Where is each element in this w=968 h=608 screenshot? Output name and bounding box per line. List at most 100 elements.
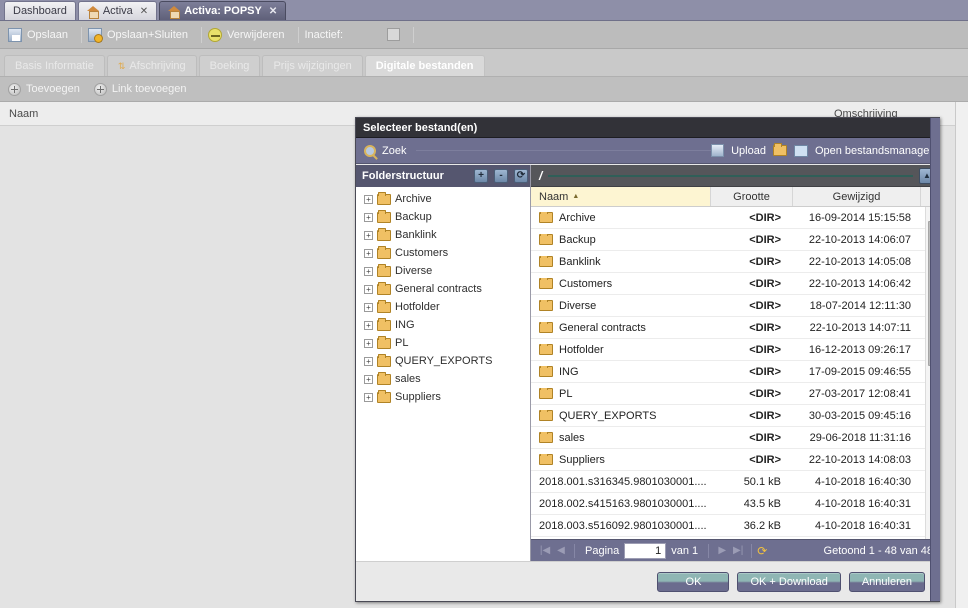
divider bbox=[574, 543, 575, 558]
save-close-icon bbox=[87, 27, 103, 43]
tree-node[interactable]: + sales bbox=[356, 370, 530, 388]
save-button[interactable]: Opslaan bbox=[6, 24, 77, 46]
page-number-input[interactable]: 1 bbox=[624, 542, 667, 559]
file-name: Customers bbox=[559, 277, 613, 290]
expand-icon[interactable]: + bbox=[364, 374, 373, 384]
tree-node[interactable]: + ING bbox=[356, 316, 530, 334]
table-row[interactable]: Customers <DIR> 22-10-2013 14:06:42 bbox=[531, 273, 939, 295]
tree-refresh-button[interactable]: ⟳ bbox=[514, 169, 528, 183]
upload-button[interactable]: Upload bbox=[731, 145, 766, 157]
sort-asc-icon: ▲ bbox=[572, 193, 580, 200]
tree-node[interactable]: + PL bbox=[356, 334, 530, 352]
last-page-button[interactable]: ▶| bbox=[730, 545, 746, 556]
prev-page-button[interactable]: ◀ bbox=[553, 545, 569, 556]
table-row[interactable]: Banklink <DIR> 22-10-2013 14:05:08 bbox=[531, 251, 939, 273]
table-row[interactable]: Diverse <DIR> 18-07-2014 12:11:30 bbox=[531, 295, 939, 317]
file-name: Diverse bbox=[559, 299, 597, 312]
ok-button[interactable]: OK bbox=[657, 571, 730, 592]
ok-download-button[interactable]: OK + Download bbox=[737, 571, 841, 592]
sub-tab-bar: Basis Informatie ⇅ Afschrijving Boeking … bbox=[0, 49, 968, 77]
tab-activa-popsy[interactable]: Activa: POPSY ✕ bbox=[159, 1, 287, 20]
tree-node[interactable]: + General contracts bbox=[356, 280, 530, 298]
tree-node-label: Customers bbox=[395, 247, 449, 259]
add-link-button[interactable]: Link toevoegen bbox=[93, 82, 186, 96]
expand-icon[interactable]: + bbox=[364, 266, 373, 276]
tab-prijs-wijzigingen[interactable]: Prijs wijzigingen bbox=[262, 55, 363, 76]
tree-node[interactable]: + Customers bbox=[356, 244, 530, 262]
dialog-scrollbar[interactable] bbox=[930, 118, 940, 601]
table-row[interactable]: 2018.002.s415163.9801030001.... 43.5 kB 4-… bbox=[531, 493, 939, 515]
column-header-grootte[interactable]: Grootte bbox=[711, 187, 793, 206]
tab-dashboard[interactable]: Dashboard bbox=[4, 1, 76, 20]
search-field[interactable]: Zoek bbox=[364, 144, 712, 157]
tree-node[interactable]: + Banklink bbox=[356, 226, 530, 244]
main-toolbar: Opslaan Opslaan+Sluiten Verwijderen Inac… bbox=[0, 21, 968, 49]
tree-node[interactable]: + Archive bbox=[356, 190, 530, 208]
tree-node[interactable]: + Suppliers bbox=[356, 388, 530, 406]
dialog-title-bar[interactable]: Selecteer bestand(en) bbox=[356, 118, 939, 138]
cell-naam: PL bbox=[531, 387, 711, 400]
close-icon[interactable]: ✕ bbox=[140, 6, 148, 17]
expand-icon[interactable]: + bbox=[364, 338, 373, 348]
inactive-field: Inactief: bbox=[303, 24, 410, 46]
cell-naam: QUERY_EXPORTS bbox=[531, 409, 711, 422]
tab-afschrijving[interactable]: ⇅ Afschrijving bbox=[106, 55, 197, 76]
save-close-button[interactable]: Opslaan+Sluiten bbox=[86, 24, 197, 46]
table-row[interactable]: sales <DIR> 29-06-2018 11:31:16 bbox=[531, 427, 939, 449]
page-scrollbar[interactable] bbox=[955, 102, 968, 608]
cancel-button[interactable]: Annuleren bbox=[848, 571, 925, 592]
tab-label: Activa bbox=[102, 5, 133, 17]
expand-icon[interactable]: + bbox=[364, 212, 373, 222]
folder-icon bbox=[377, 317, 391, 331]
expand-icon[interactable]: + bbox=[364, 230, 373, 240]
tab-boeking[interactable]: Boeking bbox=[198, 55, 261, 76]
tab-activa[interactable]: Activa ✕ bbox=[77, 1, 158, 20]
expand-icon[interactable]: + bbox=[364, 392, 373, 402]
inactive-checkbox[interactable] bbox=[387, 28, 401, 41]
file-name: Archive bbox=[559, 211, 596, 224]
expand-icon[interactable]: + bbox=[364, 248, 373, 258]
expand-icon[interactable]: + bbox=[364, 302, 373, 312]
table-row[interactable]: ING <DIR> 17-09-2015 09:46:55 bbox=[531, 361, 939, 383]
cell-naam: Backup bbox=[531, 233, 711, 246]
expand-icon[interactable]: + bbox=[364, 320, 373, 330]
add-button[interactable]: Toevoegen bbox=[8, 82, 80, 96]
table-row[interactable]: General contracts <DIR> 22-10-2013 14:07:1… bbox=[531, 317, 939, 339]
table-row[interactable]: 2018.003.s516092.9801030001.... 36.2 kB 4-… bbox=[531, 515, 939, 537]
tree-node[interactable]: + Hotfolder bbox=[356, 298, 530, 316]
table-row[interactable]: PL <DIR> 27-03-2017 12:08:41 bbox=[531, 383, 939, 405]
cell-naam: ING bbox=[531, 365, 711, 378]
column-header-gewijzigd[interactable]: Gewijzigd bbox=[793, 187, 921, 206]
first-page-button[interactable]: |◀ bbox=[537, 545, 553, 556]
cell-naam: Archive bbox=[531, 211, 711, 224]
expand-icon[interactable]: + bbox=[364, 356, 373, 366]
cell-naam: Hotfolder bbox=[531, 343, 711, 356]
table-row[interactable]: Archive <DIR> 16-09-2014 15:15:58 bbox=[531, 207, 939, 229]
tree-node-label: QUERY_EXPORTS bbox=[395, 355, 493, 367]
folder-icon bbox=[539, 255, 553, 267]
tree-expand-button[interactable]: + bbox=[474, 169, 488, 183]
expand-icon[interactable]: + bbox=[364, 284, 373, 294]
tab-label: Activa: POPSY bbox=[184, 5, 262, 17]
tree-collapse-button[interactable]: - bbox=[494, 169, 508, 183]
tab-digitale-bestanden[interactable]: Digitale bestanden bbox=[364, 55, 485, 76]
tab-basis-informatie[interactable]: Basis Informatie bbox=[4, 55, 105, 76]
cell-gewijzigd: 22-10-2013 14:06:42 bbox=[808, 277, 911, 290]
tree-node-label: Banklink bbox=[395, 229, 437, 241]
open-filemanager-button[interactable]: Open bestandsmanager bbox=[815, 145, 933, 157]
expand-icon[interactable]: + bbox=[364, 194, 373, 204]
close-icon[interactable]: ✕ bbox=[269, 6, 277, 17]
table-row[interactable]: Suppliers <DIR> 22-10-2013 14:08:03 bbox=[531, 449, 939, 471]
table-row[interactable]: Hotfolder <DIR> 16-12-2013 09:26:17 bbox=[531, 339, 939, 361]
table-row[interactable]: 2018.001.s316345.9801030001.... 50.1 kB 4-… bbox=[531, 471, 939, 493]
tree-node[interactable]: + QUERY_EXPORTS bbox=[356, 352, 530, 370]
folder-icon bbox=[539, 277, 553, 289]
delete-button[interactable]: Verwijderen bbox=[206, 24, 293, 46]
table-row[interactable]: Backup <DIR> 22-10-2013 14:06:07 bbox=[531, 229, 939, 251]
next-page-button[interactable]: ▶ bbox=[714, 545, 730, 556]
table-row[interactable]: QUERY_EXPORTS <DIR> 30-03-2015 09:45:16 bbox=[531, 405, 939, 427]
tree-node[interactable]: + Diverse bbox=[356, 262, 530, 280]
tree-node[interactable]: + Backup bbox=[356, 208, 530, 226]
refresh-icon[interactable]: ⟳ bbox=[757, 544, 767, 558]
column-header-naam[interactable]: Naam ▲ bbox=[531, 187, 711, 206]
